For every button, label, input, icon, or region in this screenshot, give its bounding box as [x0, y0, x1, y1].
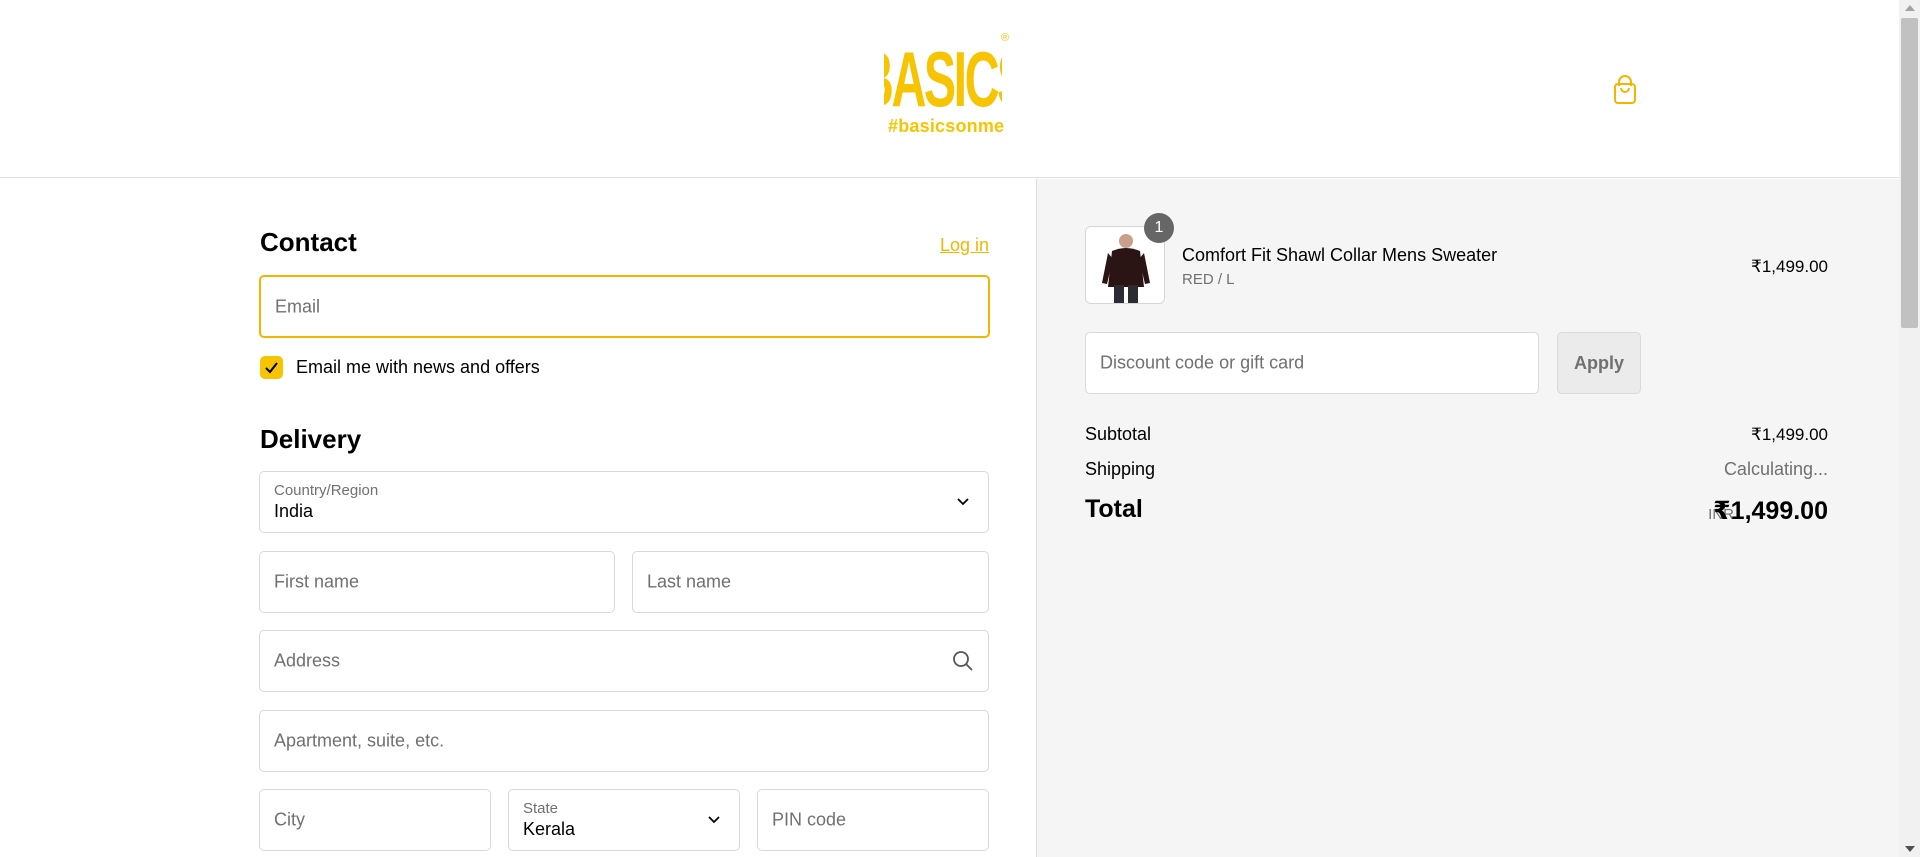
product-price: ₹1,499.00	[1751, 257, 1828, 276]
scroll-down-arrow-icon[interactable]	[1905, 846, 1915, 852]
product-name: Comfort Fit Shawl Collar Mens Sweater	[1182, 245, 1498, 265]
apartment-field[interactable]: Apartment, suite, etc.	[259, 710, 989, 772]
contact-heading: Contact	[260, 227, 357, 257]
search-icon[interactable]	[952, 650, 974, 672]
total-label: Total	[1085, 495, 1143, 523]
address-field[interactable]: Address	[259, 630, 989, 692]
newsletter-label: Email me with news and offers	[296, 357, 540, 377]
subtotal-value: ₹1,499.00	[1751, 425, 1828, 444]
shipping-label: Shipping	[1085, 459, 1156, 479]
chevron-down-icon	[708, 816, 720, 824]
order-summary-panel: 1 Comfort Fit Shawl Collar Mens Sweater …	[1036, 179, 1899, 857]
pin-code-placeholder: PIN code	[772, 809, 847, 830]
state-select[interactable]: State Kerala	[508, 789, 740, 851]
shopping-bag-icon	[1614, 75, 1636, 104]
site-header: BASICS ® #basicsonme	[0, 0, 1899, 178]
apply-discount-button[interactable]: Apply	[1557, 332, 1641, 394]
country-value: India	[274, 501, 314, 521]
delivery-heading: Delivery	[260, 424, 362, 454]
brand-tagline: #basicsonme	[888, 116, 1005, 136]
checkmark-icon	[265, 362, 278, 374]
cart-button[interactable]	[1610, 74, 1640, 106]
country-label: Country/Region	[274, 482, 379, 499]
email-field[interactable]: Email	[259, 275, 990, 338]
product-variant: RED / L	[1182, 271, 1235, 288]
country-select[interactable]: Country/Region India	[259, 471, 989, 533]
svg-text:BASICS: BASICS	[884, 36, 1002, 116]
pin-code-field[interactable]: PIN code	[757, 789, 989, 851]
login-link[interactable]: Log in	[940, 235, 989, 256]
basics-logo-wordmark: BASICS	[884, 36, 1002, 116]
state-value: Kerala	[523, 819, 576, 839]
address-placeholder: Address	[274, 650, 341, 671]
state-label: State	[523, 800, 559, 817]
page-scrollbar[interactable]	[1899, 0, 1920, 857]
quantity-badge: 1	[1144, 213, 1174, 243]
last-name-placeholder: Last name	[647, 571, 732, 592]
subtotal-label: Subtotal	[1085, 424, 1152, 444]
registered-mark: ®	[1001, 32, 1010, 44]
discount-code-field[interactable]: Discount code or gift card	[1085, 332, 1539, 394]
discount-placeholder: Discount code or gift card	[1100, 352, 1305, 373]
first-name-placeholder: First name	[274, 571, 360, 592]
total-value: ₹1,499.00	[1713, 497, 1828, 525]
city-placeholder: City	[274, 809, 305, 830]
city-field[interactable]: City	[259, 789, 491, 851]
scroll-up-arrow-icon[interactable]	[1905, 5, 1915, 11]
shipping-value: Calculating...	[1723, 459, 1828, 479]
email-placeholder: Email	[275, 296, 321, 316]
first-name-field[interactable]: First name	[259, 551, 615, 613]
last-name-field[interactable]: Last name	[632, 551, 989, 613]
newsletter-checkbox[interactable]	[260, 356, 283, 379]
brand-logo[interactable]: BASICS ® #basicsonme	[884, 30, 1014, 140]
apartment-placeholder: Apartment, suite, etc.	[274, 730, 445, 751]
scrollbar-thumb[interactable]	[1901, 18, 1918, 328]
chevron-down-icon	[957, 498, 969, 506]
